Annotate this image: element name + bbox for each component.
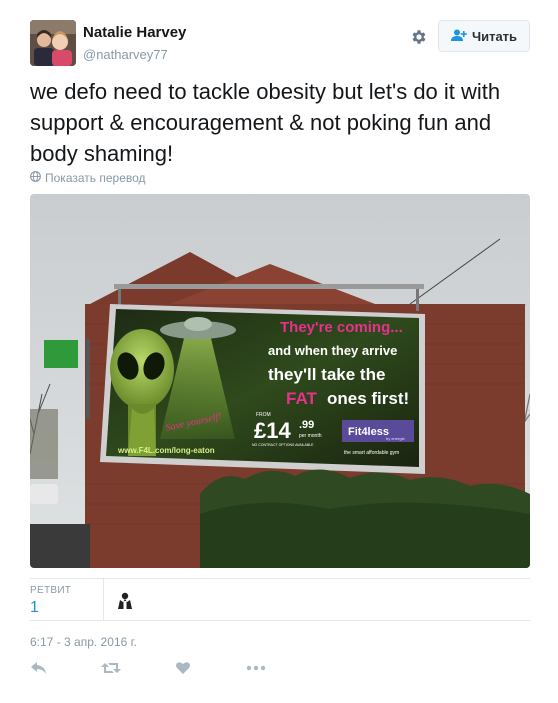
tweet-header: Natalie Harvey @natharvey77 Читать <box>30 20 530 66</box>
gear-icon[interactable] <box>410 28 428 46</box>
follow-button[interactable]: Читать <box>438 20 530 52</box>
billboard-tagline: the smart affordable gym <box>344 450 399 456</box>
billboard-headline-2: and when they arrive <box>268 343 397 358</box>
billboard-brand-sub: by energie <box>386 436 405 441</box>
billboard-headline-4a: FAT <box>286 389 317 408</box>
stats-divider-bottom <box>30 620 530 621</box>
billboard-url: www.F4L.com/long-eaton <box>117 446 215 455</box>
retweet-icon[interactable] <box>101 660 121 680</box>
retweets-label: РЕТВИТ <box>30 585 72 596</box>
tweet-actions <box>30 660 290 680</box>
follow-button-label: Читать <box>471 28 518 44</box>
avatar[interactable] <box>30 20 76 66</box>
user-handle[interactable]: @natharvey77 <box>83 47 168 62</box>
billboard-price: £14 <box>254 418 291 443</box>
billboard-headline-1: They're coming... <box>280 319 403 336</box>
more-icon[interactable] <box>246 660 268 680</box>
retweeter-avatar[interactable] <box>115 590 135 610</box>
reply-icon[interactable] <box>30 660 50 680</box>
add-user-icon <box>450 29 467 44</box>
stats-separator <box>103 578 104 620</box>
billboard-price-pence: .99 <box>299 419 314 431</box>
tweet-timestamp[interactable]: 6:17 - 3 апр. 2016 г. <box>30 635 137 649</box>
translate-link[interactable]: Показать перевод <box>30 171 146 185</box>
translate-label: Показать перевод <box>45 171 146 185</box>
billboard-brand: Fit4less <box>348 426 389 438</box>
retweets-count[interactable]: 1 <box>30 599 39 617</box>
heart-icon[interactable] <box>175 660 195 680</box>
tweet-photo[interactable]: They're coming... and when they arrive t… <box>30 194 530 568</box>
tweet-stats: РЕТВИТ 1 <box>30 578 530 620</box>
billboard-price-unit: per month <box>299 433 322 439</box>
tweet-text: we defo need to tackle obesity but let's… <box>30 79 501 166</box>
user-name[interactable]: Natalie Harvey <box>83 24 186 41</box>
billboard-headline-3: they'll take the <box>268 365 385 384</box>
globe-icon <box>30 171 41 185</box>
billboard-headline-4b: ones first! <box>327 389 409 408</box>
billboard-contract-note: NO CONTRACT OPTIONS AVAILABLE <box>252 443 314 447</box>
